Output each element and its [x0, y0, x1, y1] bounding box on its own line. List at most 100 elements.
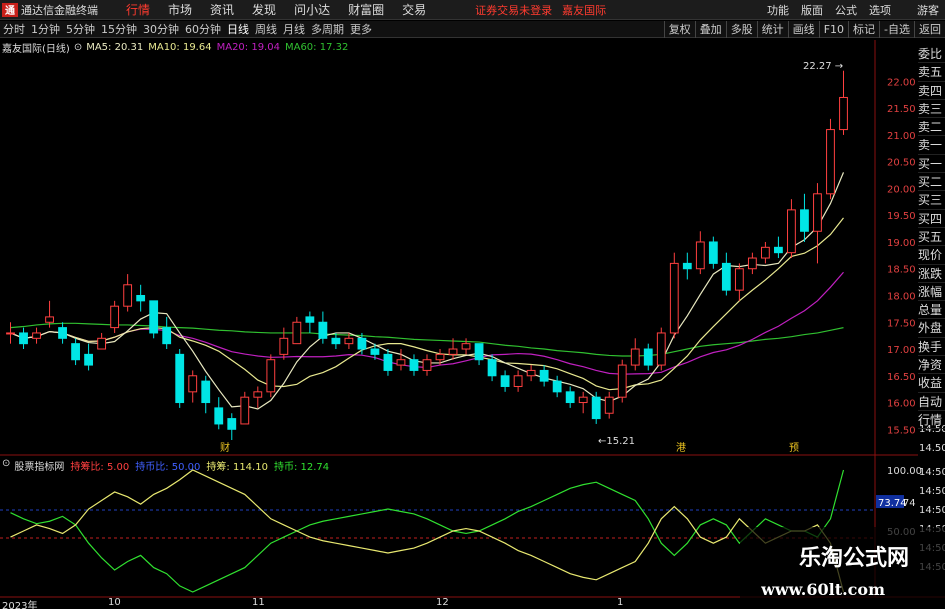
side-label[interactable]: 委比: [918, 45, 945, 64]
candle-down: [149, 300, 159, 334]
candle-up: [448, 348, 458, 355]
candle-up: [279, 337, 289, 355]
ma20-label: MA20: 19.04: [216, 41, 280, 53]
candle-down: [800, 209, 809, 232]
side-label[interactable]: 卖二: [918, 118, 945, 137]
candle-up: [253, 391, 263, 398]
side-label[interactable]: 现价: [918, 246, 945, 265]
info-toggle-icon[interactable]: ⊙: [74, 42, 82, 53]
side-label[interactable]: 总量: [918, 301, 945, 320]
candle-down: [318, 321, 328, 339]
side-label[interactable]: 自动: [918, 393, 945, 411]
candle-down: [500, 375, 510, 387]
side-label[interactable]: 行情: [918, 411, 945, 430]
candle-up: [630, 348, 640, 366]
candle-up: [839, 96, 848, 131]
candle-down: [136, 294, 146, 302]
side-label[interactable]: 买一: [918, 155, 945, 174]
candle-down: [487, 359, 497, 377]
candle-down: [474, 343, 484, 361]
side-label[interactable]: 涨跌: [918, 265, 945, 283]
candle-up: [422, 359, 432, 371]
candle-up: [396, 359, 406, 366]
candle-down: [539, 369, 549, 382]
candle-up: [461, 343, 471, 350]
app-window: { "titlebar":{"logo":"通","app":"通达信金融终端"…: [0, 0, 945, 609]
event-marker: 预: [789, 442, 799, 454]
date-label: 11: [252, 597, 265, 608]
side-label[interactable]: 净资: [918, 356, 945, 375]
price-tick: 19.00: [887, 238, 916, 249]
watermark-title: 乐淘公式网: [798, 545, 909, 571]
candle-down: [721, 262, 731, 291]
price-tick: 18.00: [887, 291, 916, 302]
candle-up: [787, 209, 796, 254]
kline-chart[interactable]: 22.00 21.50 21.00 20.50 20.00 19.50 19.00 18.50…: [0, 0, 945, 609]
indicator-field-1: 持筹比: 5.00: [70, 462, 130, 473]
candle-up: [266, 359, 276, 393]
candle-down: [357, 337, 367, 350]
side-label[interactable]: 卖四: [918, 82, 945, 100]
candle-up: [123, 284, 133, 307]
indicator-field-4: 持币: 12.74: [273, 462, 330, 473]
candle-up: [526, 369, 536, 377]
ma5-label: MA5: 20.31: [86, 41, 144, 53]
candle-up: [578, 396, 588, 404]
watermark-url: www.60lt.com: [761, 580, 885, 599]
candle-up: [760, 246, 770, 259]
date-label: 2023年: [2, 601, 38, 609]
price-tick: 16.50: [887, 372, 916, 383]
candle-down: [370, 348, 380, 355]
candle-down: [591, 396, 601, 420]
candle-down: [19, 332, 28, 345]
side-label[interactable]: 卖一: [918, 136, 945, 155]
candle-up: [45, 316, 54, 323]
candle-down: [409, 359, 419, 371]
side-label[interactable]: 外盘: [918, 319, 945, 338]
high-marker: 22.27 →: [803, 61, 843, 72]
candle-down: [214, 407, 224, 425]
indicator-field-3: 持筹: 114.10: [206, 462, 268, 473]
side-label[interactable]: 买五: [918, 228, 945, 247]
date-label: 1: [617, 597, 624, 608]
side-label[interactable]: 买三: [918, 191, 945, 210]
candle-down: [774, 246, 783, 254]
indicator-line-b: [10, 469, 845, 593]
candle-down: [682, 262, 692, 270]
price-tick: 18.50: [887, 265, 916, 276]
indicator-name: 股票指标网: [14, 462, 65, 473]
candle-up: [344, 337, 354, 345]
ma60-label: MA60: 17.32: [284, 41, 349, 53]
quote-side-panel: 委比 卖五 卖四 卖三 卖二 卖一 买一 买二 买三 买四 买五 现价 涨跌 涨幅 总量 外盘 换手 净资 收益 自动…: [918, 45, 945, 445]
side-label[interactable]: 卖五: [918, 63, 945, 82]
time-tick: 14:50: [919, 486, 945, 497]
time-tick: 14:50: [919, 505, 945, 516]
candle-up: [813, 193, 822, 232]
side-label[interactable]: 卖三: [918, 100, 945, 119]
candle-up: [826, 129, 835, 195]
price-tick: 21.50: [887, 104, 916, 115]
candle-down: [643, 348, 653, 366]
candle-down: [71, 343, 80, 361]
indicator-field-2: 持币比: 50.00: [135, 462, 201, 473]
side-label[interactable]: 买二: [918, 173, 945, 192]
indicator-line-a: [10, 469, 845, 593]
indicator-toggle-icon[interactable]: ⊙: [2, 458, 10, 471]
price-tick: 20.00: [887, 184, 916, 195]
candle-up: [6, 332, 15, 335]
side-label[interactable]: 换手: [918, 338, 945, 357]
chart-stock-name: 嘉友国际(日线): [2, 43, 70, 55]
price-tick: 22.00: [887, 77, 916, 88]
side-label[interactable]: 买四: [918, 210, 945, 228]
side-label[interactable]: 收益: [918, 374, 945, 393]
side-label[interactable]: 涨幅: [918, 283, 945, 302]
date-label: 12: [436, 597, 449, 608]
candle-up: [695, 241, 705, 270]
candle-up: [188, 375, 198, 393]
event-marker: 财: [220, 441, 230, 454]
candle-up: [513, 375, 523, 387]
price-tick: 15.50: [887, 425, 916, 436]
candle-up: [604, 396, 614, 414]
candle-up: [747, 257, 757, 270]
candle-down: [565, 391, 575, 404]
